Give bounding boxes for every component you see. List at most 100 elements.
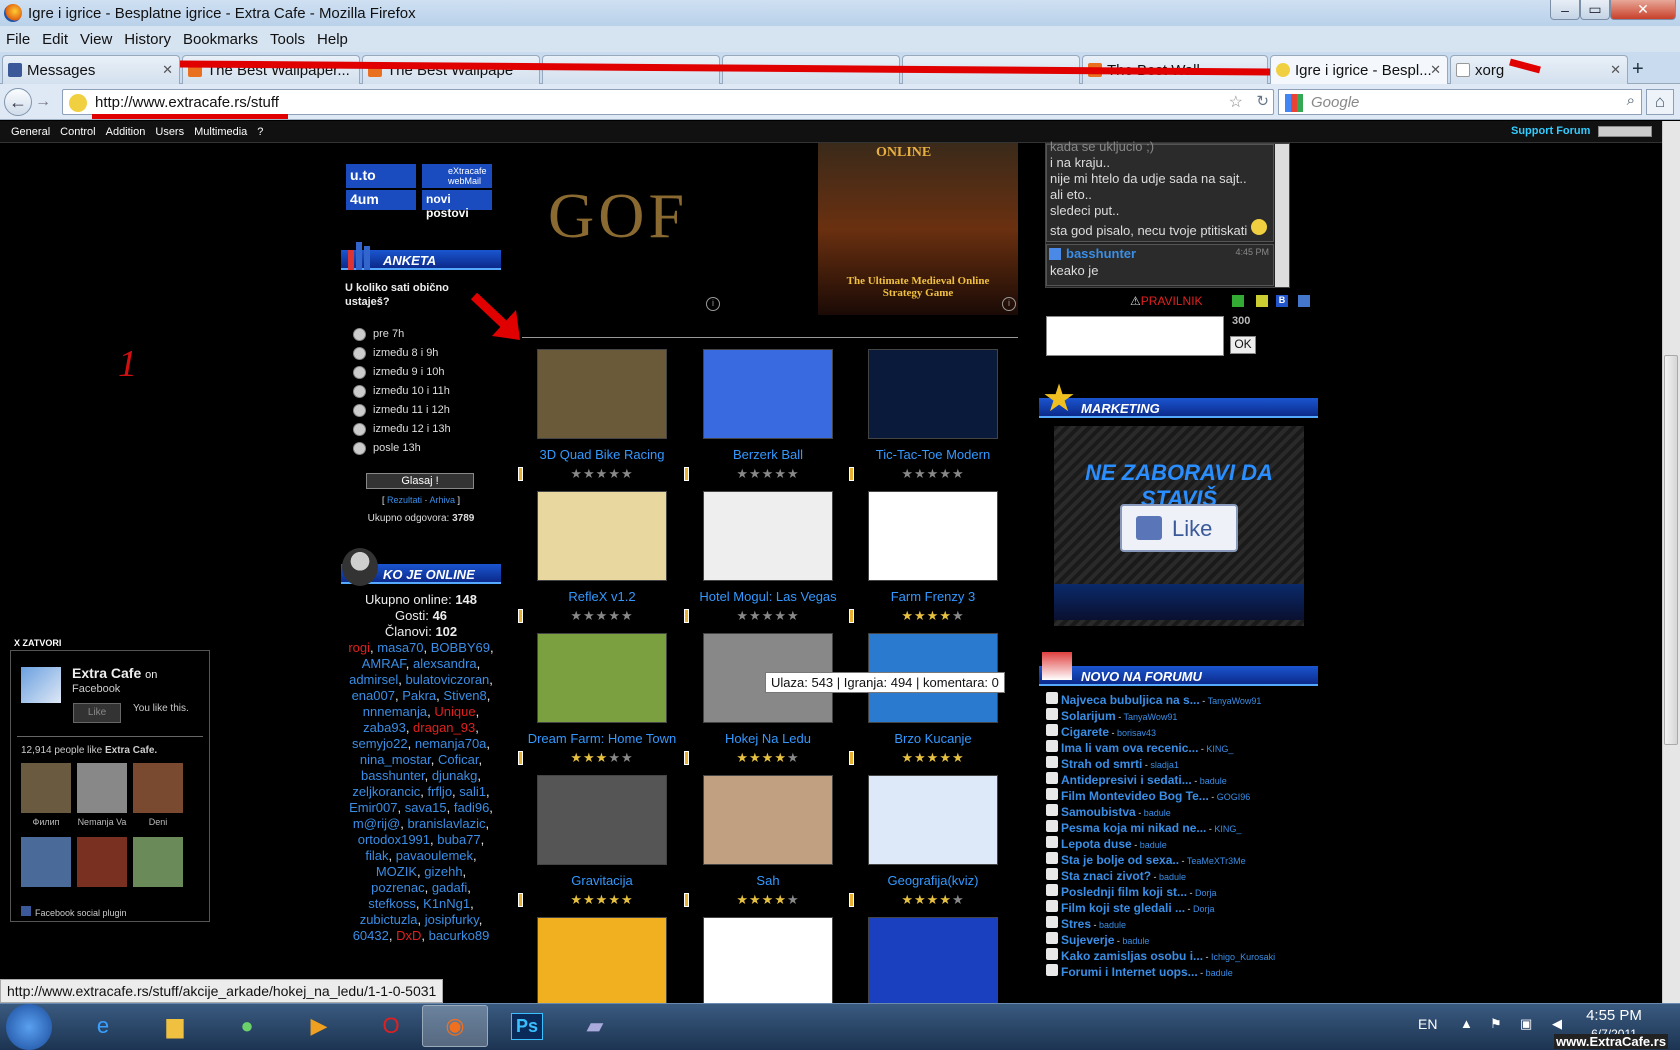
game-title[interactable]: RefleX v1.2 — [522, 589, 682, 604]
game-card[interactable]: Hotel Mogul: Las Vegas ★★★★★ — [684, 491, 848, 624]
forum-author[interactable]: badule — [1159, 872, 1186, 882]
bold-icon[interactable]: B — [1276, 295, 1288, 307]
forum-topic[interactable]: Solarijum — [1061, 709, 1116, 723]
forum-item[interactable]: Sta je bolje od sexa.. - TeaMeXTr3Me — [1046, 852, 1246, 867]
marketing-banner[interactable]: NE ZABORAVI DA STAVIŠ Like — [1054, 426, 1304, 626]
tab-messages[interactable]: Messages ✕ — [2, 55, 180, 84]
opera-taskbar-icon[interactable]: O — [358, 1005, 424, 1047]
game-thumbnail[interactable] — [537, 633, 667, 723]
fb-person-avatar[interactable] — [77, 763, 127, 813]
forum-editors-link[interactable]: 4um — [346, 190, 416, 210]
magnifier-icon[interactable]: ⌕ — [1627, 92, 1635, 109]
fb-like-button[interactable]: Like — [73, 703, 121, 723]
search-bar[interactable]: Google ⌕ — [1278, 89, 1642, 115]
new-posts-link[interactable]: novi postovi — [422, 190, 492, 220]
game-card[interactable] — [522, 917, 682, 1007]
forum-topic[interactable]: Film koji ste gledali ... — [1061, 901, 1185, 915]
chat-username[interactable]: basshunter — [1066, 246, 1136, 261]
menu-bookmarks[interactable]: Bookmarks — [177, 31, 264, 48]
poll-radio[interactable] — [353, 385, 366, 398]
close-tab-icon[interactable]: ✕ — [1610, 62, 1621, 78]
fb-person-avatar[interactable] — [77, 837, 127, 887]
nav-general[interactable]: General — [6, 126, 55, 138]
firefox-taskbar-icon[interactable]: ◉ — [422, 1005, 488, 1047]
tray-expand-icon[interactable]: ▲ — [1460, 1016, 1473, 1031]
online-user[interactable]: gizehh — [424, 864, 462, 879]
game-thumbnail[interactable] — [537, 349, 667, 439]
maximize-button[interactable]: ▭ — [1580, 0, 1610, 20]
online-user[interactable]: DxD — [396, 928, 421, 943]
forum-item[interactable]: Pesma koja mi nikad ne... - KING_ — [1046, 820, 1241, 835]
forum-topic[interactable]: Film Montevideo Bog Te... — [1061, 789, 1209, 803]
messenger-taskbar-icon[interactable]: ● — [214, 1005, 280, 1047]
game-title[interactable]: 3D Quad Bike Racing — [522, 447, 682, 462]
online-user[interactable]: sali1 — [459, 784, 486, 799]
vote-button[interactable]: Glasaj ! — [366, 473, 474, 489]
photoshop-taskbar-icon[interactable]: Ps — [494, 1005, 560, 1047]
game-title[interactable]: Dream Farm: Home Town — [522, 731, 682, 746]
game-card[interactable]: Hokej Na Ledu ★★★★★ — [684, 633, 848, 766]
menu-help[interactable]: Help — [311, 31, 354, 48]
game-title[interactable]: Tic-Tac-Toe Modern — [853, 447, 1013, 462]
info-icon[interactable]: i — [706, 297, 720, 311]
game-thumbnail[interactable] — [703, 349, 833, 439]
game-card[interactable]: Dream Farm: Home Town ★★★★★ — [518, 633, 682, 766]
forum-item[interactable]: Film koji ste gledali ... - Dorja — [1046, 900, 1215, 915]
marketing-like-button[interactable]: Like — [1120, 504, 1238, 552]
forum-item[interactable]: Forumi i Internet uops... - badule — [1046, 964, 1233, 979]
fb-person-avatar[interactable] — [21, 837, 71, 887]
nav-addition[interactable]: Addition — [101, 126, 151, 138]
language-indicator[interactable]: EN — [1418, 1016, 1437, 1032]
minimize-button[interactable]: – — [1550, 0, 1580, 20]
refresh-icon[interactable] — [1232, 295, 1244, 307]
support-forum-link[interactable]: Support Forum — [1506, 125, 1595, 137]
forum-topic[interactable]: Lepota duse — [1061, 837, 1132, 851]
online-user[interactable]: stefkoss — [368, 896, 416, 911]
game-card[interactable]: Brzo Kucanje ★★★★★ — [849, 633, 1013, 766]
forum-topic[interactable]: Najveca bubuljica na s... — [1061, 693, 1200, 707]
volume-icon[interactable]: ◀ — [1552, 1016, 1562, 1032]
game-thumbnail[interactable] — [868, 491, 998, 581]
nav-help[interactable]: ? — [252, 126, 268, 138]
game-title[interactable]: Hotel Mogul: Las Vegas — [688, 589, 848, 604]
forum-author[interactable]: Ichigo_Kurosaki — [1211, 952, 1275, 962]
start-button[interactable] — [6, 1004, 52, 1050]
online-user[interactable]: zubictuzla — [360, 912, 418, 927]
forum-topic[interactable]: Forumi i Internet uops... — [1061, 965, 1198, 979]
forum-item[interactable]: Sta znaci zivot? - badule — [1046, 868, 1186, 883]
game-thumbnail[interactable] — [868, 917, 998, 1007]
close-window-button[interactable]: ✕ — [1610, 0, 1676, 20]
game-card[interactable] — [688, 917, 848, 1007]
forum-author[interactable]: sladja1 — [1150, 760, 1179, 770]
online-user[interactable]: sava15 — [405, 800, 447, 815]
poll-radio[interactable] — [353, 404, 366, 417]
game-thumbnail[interactable] — [537, 491, 667, 581]
slider-widget[interactable] — [1598, 126, 1652, 137]
online-user[interactable]: bacurko89 — [429, 928, 490, 943]
explorer-taskbar-icon[interactable]: ▆ — [142, 1005, 208, 1047]
online-user[interactable]: dragan_93 — [413, 720, 475, 735]
online-user[interactable]: ortodox1991 — [358, 832, 430, 847]
game-thumbnail[interactable] — [868, 349, 998, 439]
nav-control[interactable]: Control — [55, 126, 100, 138]
game-card[interactable]: 3D Quad Bike Racing ★★★★★ — [518, 349, 682, 482]
webmail-link[interactable]: eXtracafe webMail — [422, 164, 492, 188]
fb-person-avatar[interactable] — [21, 763, 71, 813]
poll-radio[interactable] — [353, 328, 366, 341]
game-title[interactable]: Berzerk Ball — [688, 447, 848, 462]
forum-author[interactable]: badule — [1140, 840, 1167, 850]
forum-author[interactable]: Dorja — [1193, 904, 1215, 914]
forum-author[interactable]: KING_ — [1206, 744, 1233, 754]
online-user[interactable]: rogi — [348, 640, 370, 655]
online-user[interactable]: ena007 — [352, 688, 395, 703]
star-icon[interactable]: ☆ — [1229, 92, 1243, 112]
menu-tools[interactable]: Tools — [264, 31, 311, 48]
fb-person-avatar[interactable] — [133, 763, 183, 813]
forum-author[interactable]: badule — [1206, 968, 1233, 978]
notepad-taskbar-icon[interactable]: ▰ — [562, 1005, 628, 1047]
smiley-picker-icon[interactable] — [1256, 295, 1268, 307]
poll-radio[interactable] — [353, 442, 366, 455]
game-card[interactable]: Geografija(kviz) ★★★★★ — [849, 775, 1013, 908]
info-icon[interactable]: i — [1002, 297, 1016, 311]
forum-author[interactable]: TanyaWow91 — [1208, 696, 1262, 706]
